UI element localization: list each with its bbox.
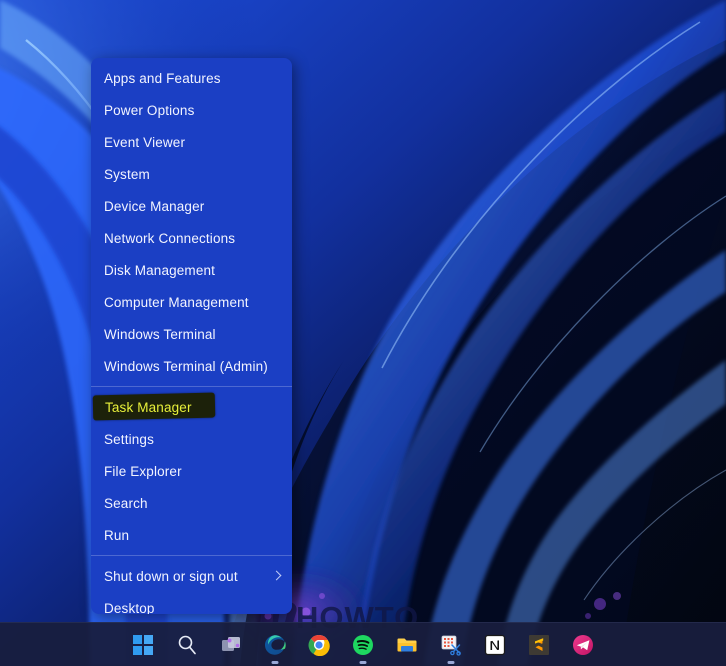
menu-item-apps-and-features[interactable]: Apps and Features	[91, 62, 292, 94]
menu-separator-bottom	[91, 555, 292, 556]
menu-item-label: Disk Management	[104, 262, 216, 278]
menu-item-label: System	[104, 166, 150, 182]
menu-item-label: Power Options	[104, 102, 195, 118]
microsoft-edge-icon	[265, 634, 286, 655]
taskbar-icon-row	[0, 623, 726, 666]
menu-item-settings[interactable]: Settings	[91, 423, 292, 455]
menu-item-search[interactable]: Search	[91, 487, 292, 519]
menu-item-power-options[interactable]: Power Options	[91, 94, 292, 126]
menu-item-shut-down-or-sign-out[interactable]: Shut down or sign out	[91, 560, 292, 592]
menu-item-windows-terminal-admin[interactable]: Windows Terminal (Admin)	[91, 350, 292, 382]
telegram-icon	[573, 634, 593, 655]
menu-item-device-manager[interactable]: Device Manager	[91, 190, 292, 222]
menu-item-label: Apps and Features	[104, 70, 221, 86]
menu-item-disk-management[interactable]: Disk Management	[91, 254, 292, 286]
taskbar-button-search[interactable]	[176, 623, 198, 666]
file-explorer-icon	[397, 638, 417, 651]
taskbar-button-start[interactable]	[132, 623, 154, 666]
taskbar-button-snipping-tool[interactable]	[440, 623, 462, 666]
notion-icon	[484, 634, 506, 655]
menu-item-network-connections[interactable]: Network Connections	[91, 222, 292, 254]
menu-item-label: File Explorer	[104, 463, 182, 479]
menu-item-run[interactable]: Run	[91, 519, 292, 551]
spotify-icon	[353, 634, 373, 655]
taskbar-button-spotify[interactable]	[352, 623, 374, 666]
menu-item-label: Windows Terminal (Admin)	[104, 358, 268, 374]
taskbar-button-microsoft-edge[interactable]	[264, 623, 286, 666]
menu-item-label: Task Manager	[105, 399, 192, 415]
desktop[interactable]: HOWTO Apps and Features Power Options Ev…	[0, 0, 726, 666]
menu-item-label: Shut down or sign out	[104, 568, 238, 584]
menu-item-label: Network Connections	[104, 230, 236, 246]
menu-item-label: Settings	[104, 431, 154, 447]
taskbar-button-telegram[interactable]	[572, 623, 594, 666]
running-indicator	[271, 660, 279, 664]
task-view-icon	[222, 636, 240, 651]
taskbar-button-sublime-text[interactable]	[528, 623, 550, 666]
taskbar-button-task-view[interactable]	[220, 623, 242, 666]
taskbar[interactable]	[0, 622, 726, 666]
taskbar-button-notion[interactable]	[484, 623, 506, 666]
menu-item-label: Event Viewer	[104, 134, 186, 150]
start-icon	[133, 634, 153, 655]
google-chrome-icon	[308, 634, 330, 656]
sublime-text-icon	[529, 634, 549, 655]
snipping-tool-icon	[441, 635, 461, 656]
menu-item-label: Run	[104, 527, 130, 543]
winx-quick-link-menu[interactable]: Apps and Features Power Options Event Vi…	[91, 58, 292, 614]
taskbar-button-file-explorer[interactable]	[396, 623, 418, 666]
running-indicator	[359, 660, 367, 664]
menu-item-file-explorer[interactable]: File Explorer	[91, 455, 292, 487]
menu-item-system[interactable]: System	[91, 158, 292, 190]
menu-item-event-viewer[interactable]: Event Viewer	[91, 126, 292, 158]
menu-item-label: Desktop	[104, 600, 155, 615]
menu-item-label: Search	[104, 495, 148, 511]
menu-item-windows-terminal[interactable]: Windows Terminal	[91, 318, 292, 350]
menu-item-task-manager[interactable]: Task Manager	[91, 391, 292, 423]
menu-item-label: Windows Terminal	[104, 326, 216, 342]
chevron-right-icon	[272, 571, 282, 581]
search-icon	[178, 635, 196, 654]
menu-item-label: Device Manager	[104, 198, 205, 214]
running-indicator	[447, 660, 455, 664]
taskbar-button-google-chrome[interactable]	[308, 623, 330, 666]
menu-item-desktop[interactable]: Desktop	[91, 592, 292, 615]
menu-item-label: Computer Management	[104, 294, 249, 310]
menu-separator-top	[91, 386, 292, 387]
menu-item-computer-management[interactable]: Computer Management	[91, 286, 292, 318]
